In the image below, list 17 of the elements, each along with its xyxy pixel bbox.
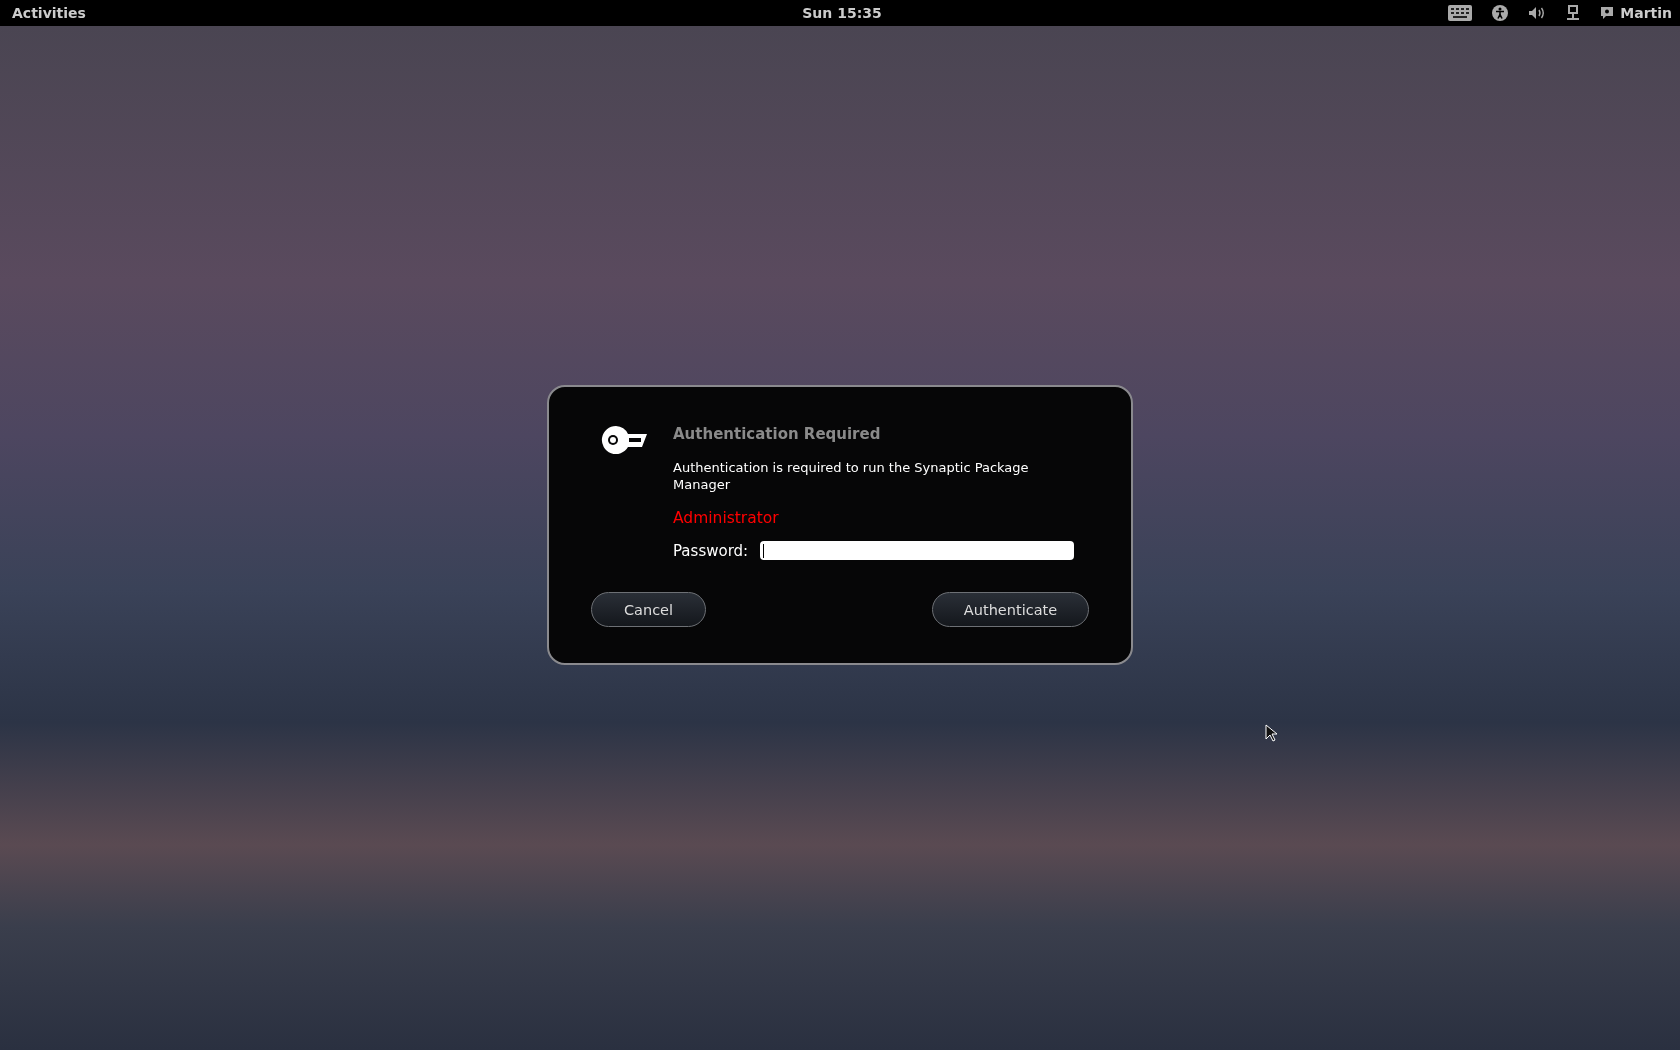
activities-button[interactable]: Activities [12, 5, 86, 21]
network-icon[interactable] [1566, 5, 1581, 21]
identity-label: Administrator [673, 509, 780, 527]
dialog-message: Authentication is required to run the Synaptic Package Manager [673, 459, 1030, 493]
chat-bubble-icon[interactable] [1600, 6, 1615, 20]
authenticate-button[interactable]: Authenticate [932, 592, 1089, 627]
clock[interactable]: Sun 15:35 [802, 5, 882, 21]
user-menu[interactable]: Martin [1620, 5, 1672, 21]
dialog-title: Authentication Required [673, 425, 882, 443]
pointer-icon [1265, 724, 1277, 742]
password-field[interactable] [760, 541, 1075, 560]
key-icon [601, 425, 649, 455]
keyboard-icon[interactable] [1448, 5, 1473, 21]
accessibility-icon[interactable] [1492, 5, 1509, 21]
password-label: Password: [673, 541, 749, 560]
volume-icon[interactable] [1528, 6, 1547, 20]
cancel-button[interactable]: Cancel [591, 592, 706, 627]
